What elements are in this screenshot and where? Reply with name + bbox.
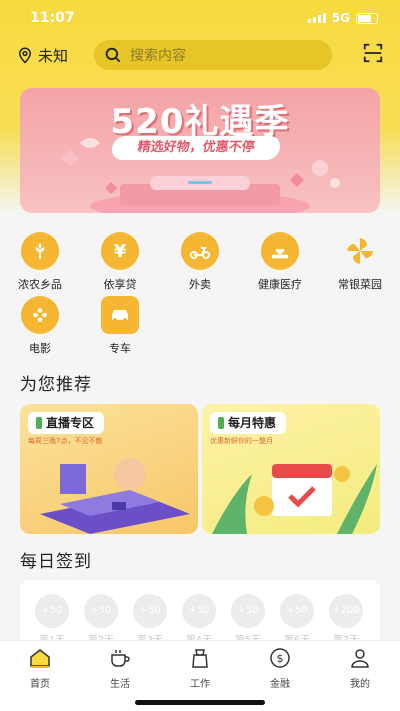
category-label: 电影 [29,342,51,355]
location-pin-icon [18,47,32,64]
hand-heart-icon [261,232,299,270]
tab-life[interactable]: 生活 [80,647,160,690]
scan-button[interactable] [362,42,384,68]
category-label: 专车 [109,342,131,355]
location-label: 未知 [38,46,69,65]
category-item-takeout[interactable]: 外卖 [160,232,240,292]
category-item-movie[interactable]: 电影 [0,296,80,356]
signin-day[interactable]: +50第3天 [132,594,168,646]
category-label: 常银菜园 [338,278,382,291]
category-item-health[interactable]: 健康医疗 [240,232,320,292]
tab-label: 我的 [350,679,370,690]
user-icon [351,649,369,668]
signin-points: +50 [133,594,167,628]
calendar-illustration [212,464,377,534]
film-reel-icon [21,296,59,334]
card-tag: 直播专区 [28,412,105,434]
status-time: 11:07 [30,10,75,26]
signin-day[interactable]: +50第6天 [279,594,315,646]
promo-banner[interactable]: 520礼遇季 精选好物，优惠不停 [20,88,380,213]
location-selector[interactable]: 未知 [16,45,94,66]
coffee-cup-icon [111,650,130,667]
tab-home[interactable]: 首页 [0,647,80,690]
search-icon [105,47,121,63]
signal-icon [307,13,326,23]
home-indicator [135,700,265,705]
category-item-nongxiang[interactable]: 浓农乡品 [0,232,80,292]
scooter-icon [181,232,219,270]
dollar-coin-icon: $ [270,648,290,668]
signin-day[interactable]: +50第1天 [34,594,70,646]
pinwheel-icon [341,232,379,270]
tab-work[interactable]: 工作 [160,647,240,690]
card-tag: 每月特惠 [210,412,287,434]
signin-day[interactable]: +200第7天 [328,594,364,646]
signin-points: +50 [182,594,216,628]
category-item-loan[interactable]: ¥ 依享贷 [80,232,160,292]
tab-label: 生活 [110,679,130,690]
svg-text:$: $ [277,652,284,665]
signin-points: +50 [231,594,265,628]
tab-mine[interactable]: 我的 [320,647,400,690]
signin-day[interactable]: +50第2天 [83,594,119,646]
signin-points: +50 [280,594,314,628]
recommend-card-monthly[interactable]: 每月特惠 优惠新鲜你的一整月 [202,404,380,534]
tab-label: 首页 [30,679,50,690]
yuan-coin-icon: ¥ [101,232,139,270]
recommend-title: 为您推荐 [20,375,92,395]
search-placeholder: 搜索内容 [130,48,186,64]
briefcase-icon [192,649,208,668]
signin-day[interactable]: +50第5天 [230,594,266,646]
home-icon [30,649,50,668]
category-label: 依享贷 [103,278,137,291]
category-label: 健康医疗 [258,278,302,291]
signin-points: +50 [35,594,69,628]
banner-subtitle: 精选好物，优惠不停 [110,136,282,160]
category-item-garden[interactable]: 常银菜园 [320,232,400,292]
car-icon [101,296,139,334]
scan-icon [363,43,383,63]
status-bar: 11:07 5G [0,0,400,36]
top-header: 未知 搜索内容 [0,38,400,72]
category-item-car[interactable]: 专车 [80,296,160,356]
search-input[interactable]: 搜索内容 [94,40,332,70]
category-label: 外卖 [189,278,211,291]
signin-points: +50 [84,594,118,628]
signin-day[interactable]: +50第4天 [181,594,217,646]
signin-title: 每日签到 [20,552,92,572]
tab-label: 工作 [190,679,210,690]
recommend-card-live[interactable]: 直播专区 每周三晚7点，不见不散 [20,404,198,534]
battery-icon [356,12,378,24]
network-label: 5G [331,11,350,25]
live-stream-illustration [40,458,190,534]
tab-label: 金融 [270,679,290,690]
signin-points: +200 [329,594,363,628]
wheat-icon [21,232,59,270]
category-label: 浓农乡品 [18,278,62,291]
tab-finance[interactable]: $ 金融 [240,647,320,690]
